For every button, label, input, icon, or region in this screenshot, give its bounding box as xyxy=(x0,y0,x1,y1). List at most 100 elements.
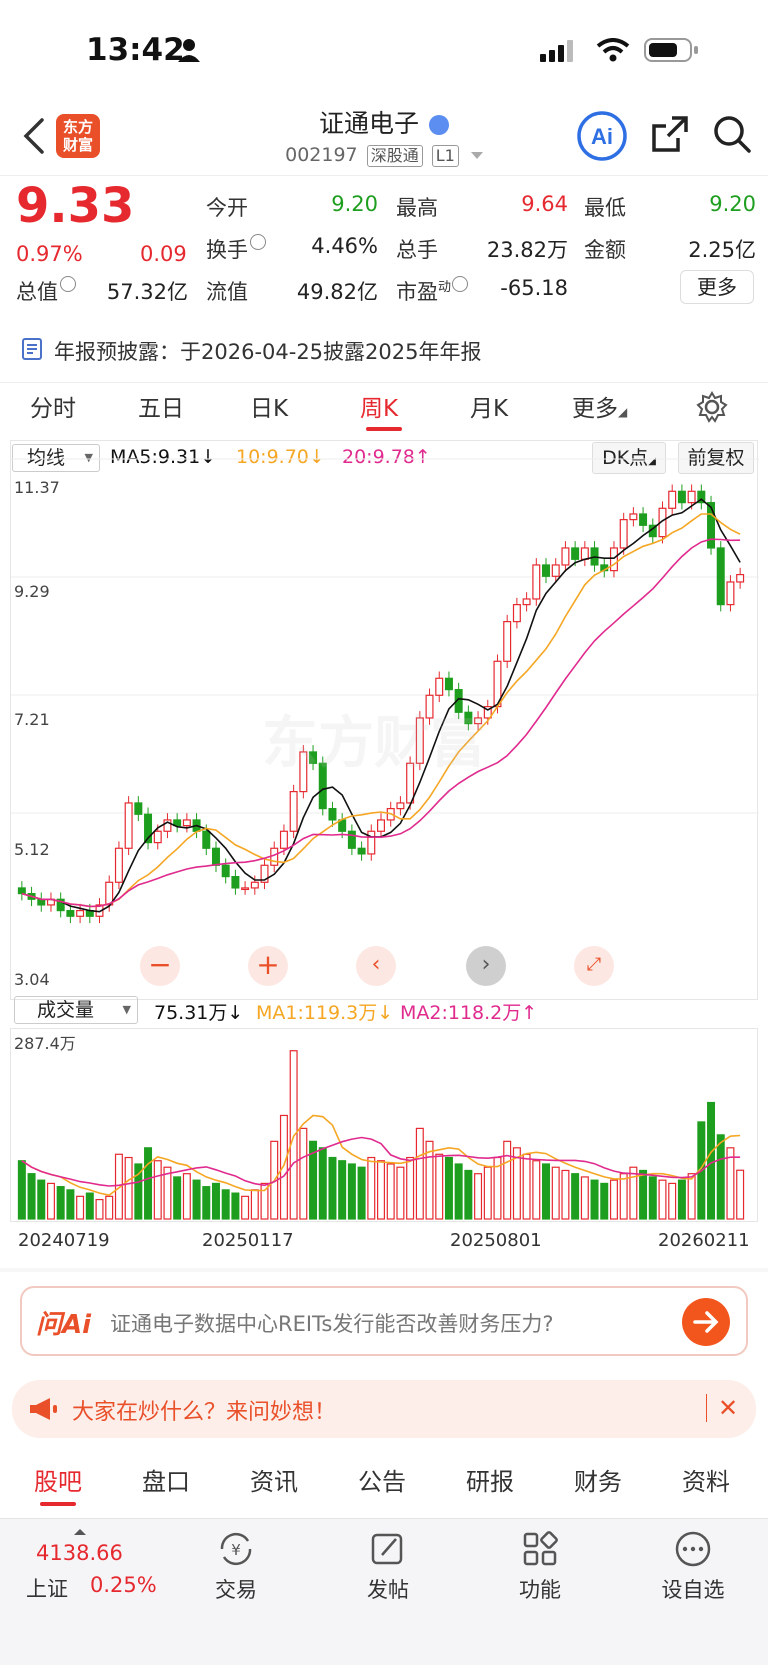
total-value-label[interactable]: 总值 xyxy=(16,276,76,306)
volume-bar xyxy=(522,1153,531,1220)
volume-bar xyxy=(124,1156,133,1220)
volume-chart[interactable] xyxy=(10,1028,758,1222)
notice-bar[interactable]: 年报预披露：于2026-04-25披露2025年年报 xyxy=(0,326,768,372)
ai-icon[interactable]: Ai xyxy=(576,110,628,166)
share-icon[interactable] xyxy=(650,114,690,158)
volume-bar xyxy=(561,1169,570,1220)
volume-ma2: MA2:118.2万↑ xyxy=(400,1002,538,1024)
candle xyxy=(289,791,298,832)
volume-indicator-select[interactable]: 成交量 ▼ xyxy=(14,996,138,1024)
dropdown-icon[interactable] xyxy=(470,152,483,159)
volume-bar xyxy=(153,1160,162,1220)
zoom-out-button[interactable]: − xyxy=(140,946,180,986)
volume-svg[interactable] xyxy=(11,1029,759,1223)
low-label: 最低 xyxy=(584,196,626,220)
candle xyxy=(639,513,648,526)
tab-daily-k[interactable]: 日K xyxy=(250,389,288,423)
arrow-right-icon[interactable] xyxy=(682,1298,730,1350)
verified-icon xyxy=(428,115,449,135)
functions-button[interactable]: 功能 xyxy=(500,1531,580,1604)
volume-bar xyxy=(687,1173,696,1220)
volume-bar xyxy=(95,1198,104,1220)
volume-bar xyxy=(318,1147,327,1220)
volume-bar xyxy=(377,1160,385,1220)
volume-bar xyxy=(415,1127,424,1220)
more-button[interactable]: 更多 xyxy=(680,270,754,304)
volume-bar xyxy=(444,1156,453,1220)
info-icon[interactable] xyxy=(60,276,76,292)
volume-bar xyxy=(435,1153,444,1220)
tab-announcements[interactable]: 公告 xyxy=(358,1462,406,1497)
tab-intraday[interactable]: 分时 xyxy=(30,389,76,423)
tab-financials[interactable]: 财务 xyxy=(574,1462,622,1497)
gear-icon[interactable] xyxy=(696,391,728,427)
tab-weekly-k[interactable]: 周K xyxy=(360,389,398,423)
megaphone-icon xyxy=(28,1396,58,1426)
x-date-label: 20260211 xyxy=(658,1230,750,1251)
hot-topic-bar[interactable]: 大家在炒什么？来问妙想！ ✕ xyxy=(12,1380,756,1438)
turnover-value: 4.46% xyxy=(311,234,378,258)
candle xyxy=(37,898,46,906)
fullscreen-button[interactable]: ⤢ xyxy=(574,946,614,986)
tab-research[interactable]: 研报 xyxy=(466,1462,514,1497)
volume-bar xyxy=(454,1163,463,1220)
section-gap xyxy=(0,1268,768,1272)
volume-bar xyxy=(551,1166,560,1220)
volume-bar xyxy=(299,1127,308,1220)
index-change: 0.25% xyxy=(90,1573,157,1597)
y-tick-label: 11.37 xyxy=(14,478,60,497)
zoom-in-button[interactable]: + xyxy=(248,946,288,986)
turnover-label[interactable]: 换手 xyxy=(206,234,266,264)
ask-ai-question[interactable]: 证通电子数据中心REITs发行能否改善财务压力? xyxy=(110,1308,554,1338)
pe-value: -65.18 xyxy=(500,276,568,300)
tab-news[interactable]: 资讯 xyxy=(250,1462,298,1497)
info-icon[interactable] xyxy=(452,276,469,292)
candle xyxy=(580,547,589,560)
volume-bar xyxy=(338,1160,347,1220)
level-tag: L1 xyxy=(431,145,459,167)
y-tick-label: 9.29 xyxy=(14,582,50,601)
volume-bar xyxy=(37,1179,46,1220)
candle xyxy=(736,573,745,583)
volume-bar xyxy=(46,1182,55,1220)
y-tick-label: 3.04 xyxy=(14,970,50,989)
candle xyxy=(357,847,366,855)
volume-bar xyxy=(144,1147,153,1220)
index-ticker[interactable]: 4138.66 上证 0.25% xyxy=(20,1529,170,1609)
change-value: 0.09 xyxy=(140,242,187,266)
candle xyxy=(435,677,444,696)
period-tabs: 分时 五日 日K 周K 月K 更多◢ xyxy=(0,382,768,438)
tab-guba[interactable]: 股吧 xyxy=(34,1462,82,1497)
divider xyxy=(706,1394,707,1422)
tab-profile[interactable]: 资料 xyxy=(682,1462,730,1497)
scroll-left-button[interactable]: ‹ xyxy=(356,946,396,986)
divider xyxy=(0,175,768,176)
pe-label[interactable]: 市盈动 xyxy=(396,276,469,306)
svg-text:¥: ¥ xyxy=(231,1541,241,1559)
x-date-label: 20250117 xyxy=(202,1230,294,1251)
tab-five-day[interactable]: 五日 xyxy=(138,389,184,423)
volume-bar xyxy=(464,1169,473,1220)
svg-text:Ai: Ai xyxy=(591,124,613,149)
post-button[interactable]: 发帖 xyxy=(348,1531,428,1604)
document-icon xyxy=(22,338,42,365)
wifi-icon xyxy=(596,38,630,66)
tab-monthly-k[interactable]: 月K xyxy=(470,389,508,423)
volume-bar xyxy=(328,1156,337,1220)
search-icon[interactable] xyxy=(712,114,752,158)
trade-button[interactable]: ¥ 交易 xyxy=(196,1531,276,1604)
status-bar: 13:42 xyxy=(0,0,768,100)
volume-bar xyxy=(590,1179,599,1220)
candle xyxy=(347,830,356,849)
scroll-right-button[interactable]: › xyxy=(466,946,506,986)
close-icon[interactable]: ✕ xyxy=(718,1394,738,1422)
float-value: 49.82亿 xyxy=(296,280,378,304)
candle xyxy=(134,802,143,815)
tab-order-book[interactable]: 盘口 xyxy=(142,1462,190,1497)
info-icon[interactable] xyxy=(250,234,266,250)
tab-more[interactable]: 更多◢ xyxy=(572,389,627,423)
high-label: 最高 xyxy=(396,196,438,220)
ask-ai-box[interactable]: 问Ai 证通电子数据中心REITs发行能否改善财务压力? xyxy=(20,1286,748,1356)
add-watchlist-button[interactable]: 设自选 xyxy=(648,1531,738,1604)
open-label: 今开 xyxy=(206,196,248,220)
